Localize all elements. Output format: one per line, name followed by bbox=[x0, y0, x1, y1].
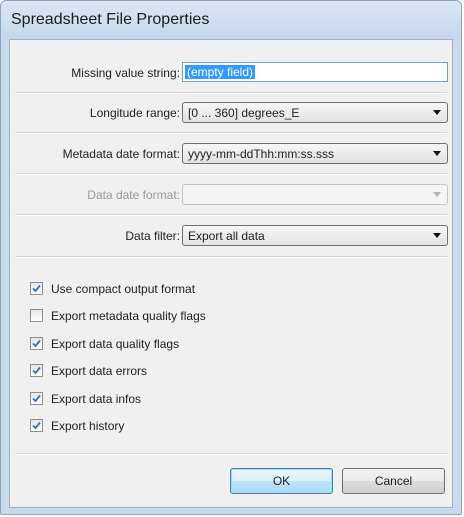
data-filter-row: Data filter: Export all data bbox=[10, 225, 452, 249]
separator bbox=[15, 92, 447, 94]
checkbox[interactable] bbox=[30, 364, 43, 377]
longitude-range-select[interactable]: [0 ... 360] degrees_E bbox=[182, 102, 448, 123]
data-filter-label: Data filter: bbox=[125, 229, 180, 243]
longitude-range-row: Longitude range: [0 ... 360] degrees_E bbox=[10, 102, 452, 126]
check-icon bbox=[32, 394, 41, 403]
metadata-date-format-select[interactable]: yyyy-mm-ddThh:mm:ss.sss bbox=[182, 143, 448, 164]
option-label: Export history bbox=[51, 419, 125, 433]
metadata-date-format-row: Metadata date format: yyyy-mm-ddThh:mm:s… bbox=[10, 143, 452, 167]
cancel-button[interactable]: Cancel bbox=[342, 468, 445, 494]
missing-value-label: Missing value string: bbox=[71, 66, 180, 80]
dialog-window: Spreadsheet File Properties Missing valu… bbox=[0, 0, 462, 515]
checkbox[interactable] bbox=[30, 392, 43, 405]
missing-value-input[interactable]: (empty field) bbox=[182, 62, 448, 82]
metadata-date-format-label: Metadata date format: bbox=[62, 147, 180, 161]
chevron-down-icon bbox=[433, 110, 441, 115]
dialog-title: Spreadsheet File Properties bbox=[11, 11, 210, 28]
chevron-down-icon bbox=[433, 233, 441, 238]
longitude-range-label: Longitude range: bbox=[89, 106, 180, 120]
option-export-metadata-quality-flags[interactable]: Export metadata quality flags bbox=[30, 308, 430, 326]
option-export-history[interactable]: Export history bbox=[30, 418, 430, 436]
option-export-data-quality-flags[interactable]: Export data quality flags bbox=[30, 336, 430, 354]
missing-value-row: Missing value string: (empty field) bbox=[10, 62, 452, 86]
option-export-data-errors[interactable]: Export data errors bbox=[30, 363, 430, 381]
option-label: Use compact output format bbox=[51, 282, 196, 296]
data-filter-select[interactable]: Export all data bbox=[182, 225, 448, 246]
separator bbox=[15, 256, 447, 258]
checkbox[interactable] bbox=[30, 309, 43, 322]
check-icon bbox=[32, 284, 41, 293]
checkbox[interactable] bbox=[30, 419, 43, 432]
option-label: Export data infos bbox=[51, 392, 142, 406]
metadata-date-format-value: yyyy-mm-ddThh:mm:ss.sss bbox=[188, 147, 335, 161]
option-label: Export data quality flags bbox=[51, 337, 180, 351]
separator bbox=[15, 214, 447, 216]
data-date-format-select bbox=[182, 184, 448, 205]
chevron-down-icon bbox=[433, 151, 441, 156]
missing-value-text: (empty field) bbox=[185, 65, 256, 79]
option-label: Export data errors bbox=[51, 364, 148, 378]
check-icon bbox=[32, 339, 41, 348]
chevron-down-icon bbox=[433, 192, 441, 197]
check-icon bbox=[32, 421, 41, 430]
dialog-body: Missing value string: (empty field) Long… bbox=[9, 39, 453, 508]
checkbox[interactable] bbox=[30, 337, 43, 350]
title-bar[interactable]: Spreadsheet File Properties bbox=[1, 1, 461, 39]
longitude-range-value: [0 ... 360] degrees_E bbox=[188, 106, 300, 120]
checkbox[interactable] bbox=[30, 282, 43, 295]
separator bbox=[15, 453, 447, 455]
check-icon bbox=[32, 366, 41, 375]
ok-button[interactable]: OK bbox=[230, 468, 333, 494]
option-export-data-infos[interactable]: Export data infos bbox=[30, 391, 430, 409]
data-date-format-row: Data date format: bbox=[10, 184, 452, 208]
option-label: Export metadata quality flags bbox=[51, 309, 206, 323]
data-date-format-label: Data date format: bbox=[87, 188, 180, 202]
separator bbox=[15, 132, 447, 134]
separator bbox=[15, 173, 447, 175]
option-compact-output[interactable]: Use compact output format bbox=[30, 281, 430, 299]
data-filter-value: Export all data bbox=[188, 229, 265, 243]
